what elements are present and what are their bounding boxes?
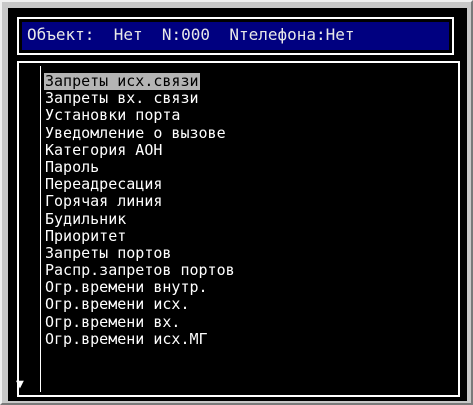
menu-item-internal-time-limit[interactable]: Огр.времени внутр. (44, 279, 236, 296)
menu-item-aon-category[interactable]: Категория АОН (44, 141, 236, 159)
n-value: N:000 (161, 25, 211, 44)
window-frame: Объект: Нет N:000 Nтелефона:Нет Запреты … (0, 0, 473, 405)
menu-item-port-ban-distribution[interactable]: Распр.запретов портов (44, 261, 236, 279)
object-label: Объект: (27, 25, 95, 44)
menu-item-incoming-time-limit[interactable]: Огр.времени вх. (44, 313, 236, 331)
down-triangle-icon[interactable]: ▼ (16, 378, 24, 391)
status-bar: Объект: Нет N:000 Nтелефона:Нет (22, 22, 449, 50)
menu-item-call-forwarding[interactable]: Переадресация (44, 175, 236, 193)
menu-item-call-notification[interactable]: Уведомление о вызове (44, 124, 236, 142)
menu-item-outgoing-bans[interactable]: Запреты исх.связи (44, 72, 200, 91)
menu-item-password[interactable]: Пароль (44, 158, 236, 176)
menu-item-port-settings[interactable]: Установки порта (44, 107, 236, 124)
menu-item-priority[interactable]: Приоритет (44, 227, 236, 245)
menu-divider (40, 66, 41, 392)
terminal-screen: Объект: Нет N:000 Nтелефона:Нет Запреты … (8, 8, 467, 401)
menu-item-port-bans[interactable]: Запреты портов (44, 244, 236, 262)
phone-value: Nтелефона:Нет (229, 25, 355, 44)
menu-panel: Запреты исх.связи Запреты вх. связи Уста… (16, 61, 460, 397)
menu-item-incoming-bans[interactable]: Запреты вх. связи (44, 90, 236, 107)
object-value: Нет (113, 25, 143, 44)
menu-item-alarm[interactable]: Будильник (44, 210, 236, 228)
settings-menu: Запреты исх.связи Запреты вх. связи Уста… (44, 72, 236, 348)
status-header: Объект: Нет N:000 Nтелефона:Нет (17, 17, 454, 55)
menu-item-outgoing-intercity-time-limit[interactable]: Огр.времени исх.МГ (44, 330, 236, 348)
menu-item-outgoing-time-limit[interactable]: Огр.времени исх. (44, 296, 236, 313)
menu-item-hotline[interactable]: Горячая линия (44, 193, 236, 210)
